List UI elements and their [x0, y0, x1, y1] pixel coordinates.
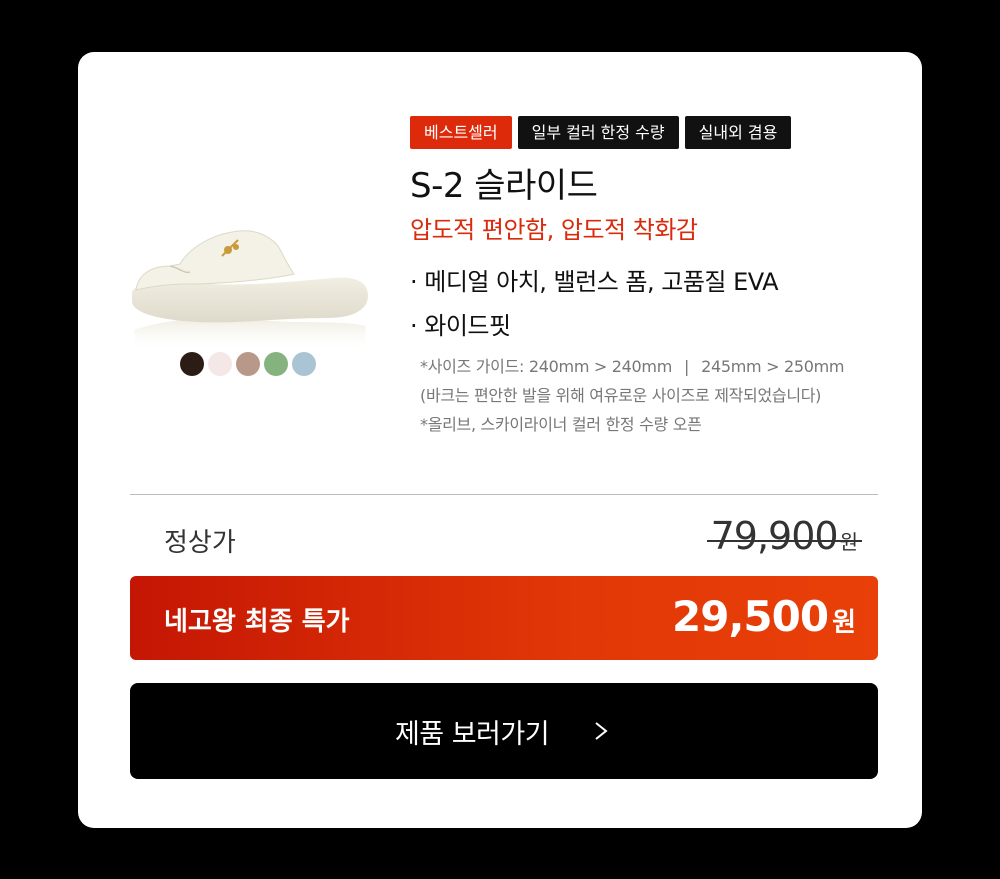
size-guide-separator: | — [684, 357, 690, 376]
bestseller-badge: 베스트셀러 — [410, 116, 512, 149]
color-swatch-sky[interactable] — [292, 352, 316, 376]
feature-item: · 와이드핏 — [410, 312, 511, 340]
size-explanation-note: (바크는 편안한 발을 위해 여유로운 사이즈로 제작되었습니다) — [420, 386, 822, 405]
divider — [130, 494, 878, 495]
sale-price-label: 네고왕 최종 특가 — [164, 607, 350, 637]
view-product-label: 제품 보러가기 — [394, 718, 550, 750]
color-swatch-ivory[interactable] — [208, 352, 232, 376]
regular-price: 79,900 원 — [706, 514, 862, 558]
color-limited-note: *올리브, 스카이라이너 컬러 한정 수량 오픈 — [420, 415, 702, 434]
sale-price: 29,500 원 — [672, 592, 856, 641]
color-swatches — [180, 352, 316, 376]
notes: *사이즈 가이드: 240mm > 240mm | 245mm > 250mm (바… — [410, 352, 890, 439]
size-guide-first: 240mm > 240mm — [528, 357, 672, 376]
feature-list: · 메디얼 아치, 밸런스 폼, 고품질 EVA · 와이드핏 — [410, 260, 890, 348]
feature-item: · 메디얼 아치, 밸런스 폼, 고품질 EVA — [410, 268, 779, 296]
size-guide-second: 245mm > 250mm — [701, 357, 845, 376]
sale-price-bar: 네고왕 최종 특가 29,500 원 — [130, 576, 878, 660]
product-subtitle: 압도적 편안함, 압도적 착화감 — [410, 216, 698, 244]
product-card: 베스트셀러 일부 컬러 한정 수량 실내외 겸용 S-2 슬라이드 압도적 편안… — [78, 52, 922, 828]
regular-price-label: 정상가 — [164, 528, 236, 558]
regular-price-amount: 79,900 — [710, 514, 839, 558]
product-title: S-2 슬라이드 — [410, 166, 598, 206]
sale-price-currency: 원 — [832, 608, 856, 638]
product-info: 베스트셀러 일부 컬러 한정 수량 실내외 겸용 S-2 슬라이드 압도적 편안… — [410, 116, 890, 439]
chevron-right-icon — [595, 722, 608, 740]
limited-stock-badge: 일부 컬러 한정 수량 — [517, 116, 679, 149]
badge-row: 베스트셀러 일부 컬러 한정 수량 실내외 겸용 — [410, 116, 890, 149]
size-guide-note: *사이즈 가이드: 240mm > 240mm | 245mm > 250mm — [420, 352, 890, 381]
color-swatch-dark-brown[interactable] — [180, 352, 204, 376]
color-swatch-olive[interactable] — [264, 352, 288, 376]
sale-price-amount: 29,500 — [672, 592, 829, 641]
strikethrough-line — [706, 540, 862, 542]
color-swatch-beige[interactable] — [236, 352, 260, 376]
view-product-button[interactable]: 제품 보러가기 — [130, 683, 878, 779]
indoor-outdoor-badge: 실내외 겸용 — [684, 116, 792, 149]
size-guide-prefix: *사이즈 가이드: — [420, 357, 529, 376]
